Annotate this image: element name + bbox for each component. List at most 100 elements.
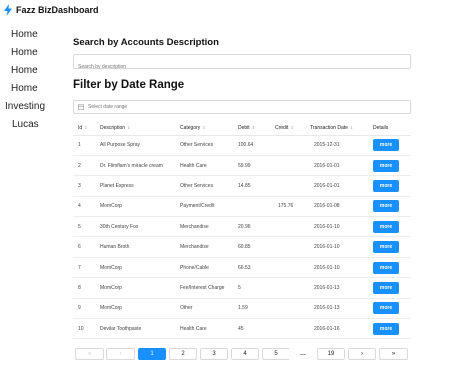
cell-debit: 60.85 xyxy=(238,236,275,258)
brand: Fazz BizDashboard xyxy=(4,3,99,17)
more-button[interactable]: more xyxy=(373,159,399,172)
cell-id: 6 xyxy=(73,236,100,258)
date-range-input[interactable] xyxy=(88,104,388,110)
more-button[interactable]: more xyxy=(373,302,399,315)
more-button[interactable]: more xyxy=(373,200,399,213)
column-header-details: Details xyxy=(373,121,411,136)
table-row: 9 MomCorp Other 1.59 2016-01-13 more xyxy=(73,298,411,320)
cell-description: 30th Century Fox xyxy=(100,216,180,238)
sidebar-item-lucas[interactable]: Lucas xyxy=(0,116,60,134)
cell-transaction-date: 2016-01-10 xyxy=(310,257,373,279)
cell-details: more xyxy=(373,277,411,299)
cell-category: Health Care xyxy=(180,318,238,340)
cell-debit: 100.64 xyxy=(238,135,275,156)
cell-details: more xyxy=(373,196,411,218)
cell-transaction-date: 2016-01-01 xyxy=(310,155,373,177)
cell-credit xyxy=(275,216,310,238)
more-button[interactable]: more xyxy=(373,241,399,254)
cell-id: 2 xyxy=(73,155,100,177)
page-button-5[interactable]: 5 xyxy=(262,348,290,360)
search-field[interactable] xyxy=(73,54,411,74)
pagination: « ‹ 1 2 3 4 5 … 19 › » xyxy=(73,348,412,361)
cell-category: Phone/Cable xyxy=(180,257,238,279)
cell-details: more xyxy=(373,135,411,156)
cell-category: Merchandise xyxy=(180,236,238,258)
more-button[interactable]: more xyxy=(373,220,399,233)
column-header-credit[interactable]: Credit ⇕ xyxy=(275,121,310,136)
cell-description: Dr. Flimflam's miracle cream xyxy=(100,155,180,177)
sort-icon[interactable]: ⇕ xyxy=(84,125,88,130)
cell-debit: 5 xyxy=(238,277,275,299)
cell-id: 7 xyxy=(73,257,100,279)
column-header-description[interactable]: Description ⇕ xyxy=(100,121,180,136)
cell-category: Fee/Interest Charge xyxy=(180,277,238,299)
cell-description: All Purpose Spray xyxy=(100,135,180,156)
cell-description: MomCorp xyxy=(100,196,180,218)
cell-credit xyxy=(275,175,310,197)
sidebar-item-home[interactable]: Home xyxy=(0,62,60,80)
more-button[interactable]: more xyxy=(373,261,399,274)
sidebar-item-home[interactable]: Home xyxy=(0,80,60,98)
transactions-table: Id ⇕ Description ⇕ Category ⇕ Debit ⇕ Credit… xyxy=(73,121,411,340)
sort-icon[interactable]: ⇕ xyxy=(252,125,256,130)
cell-credit xyxy=(275,155,310,177)
sidebar-item-investing[interactable]: Investing xyxy=(0,98,60,116)
cell-category: Other Services xyxy=(180,175,238,197)
cell-category: Other Services xyxy=(180,135,238,156)
column-header-category[interactable]: Category ⇕ xyxy=(180,121,238,136)
date-filter-title: Filter by Date Range xyxy=(73,79,185,91)
cell-credit: 175.76 xyxy=(275,196,310,218)
first-page-button[interactable]: « xyxy=(75,348,104,360)
sort-icon[interactable]: ⇕ xyxy=(290,125,294,130)
sidebar-item-home[interactable]: Home xyxy=(0,26,60,44)
cell-details: more xyxy=(373,298,411,320)
page-button-4[interactable]: 4 xyxy=(231,348,259,360)
cell-transaction-date: 2016-01-16 xyxy=(310,318,373,340)
cell-id: 4 xyxy=(73,196,100,218)
more-button[interactable]: more xyxy=(373,322,399,335)
cell-id: 8 xyxy=(73,277,100,299)
cell-debit: 59.99 xyxy=(238,155,275,177)
page-button-3[interactable]: 3 xyxy=(200,348,228,360)
table-row: 6 Human Broth Merchandise 60.85 2016-01-… xyxy=(73,236,411,258)
page-button-19[interactable]: 19 xyxy=(317,348,345,360)
cell-details: more xyxy=(373,216,411,238)
column-header-transaction-date[interactable]: Transaction Date ⇕ xyxy=(310,121,373,136)
sort-icon[interactable]: ⇕ xyxy=(202,125,206,130)
more-button[interactable]: more xyxy=(373,281,399,294)
page-button-1[interactable]: 1 xyxy=(138,348,166,360)
cell-details: more xyxy=(373,257,411,279)
cell-description: MomCorp xyxy=(100,277,180,299)
cell-credit xyxy=(275,298,310,320)
sidebar-item-home[interactable]: Home xyxy=(0,44,60,62)
cell-transaction-date: 2016-01-13 xyxy=(310,298,373,320)
cell-transaction-date: 2015-12-31 xyxy=(310,135,373,156)
cell-details: more xyxy=(373,236,411,258)
pagination-ellipsis: … xyxy=(289,348,317,360)
column-header-debit[interactable]: Debit ⇕ xyxy=(238,121,275,136)
cell-debit: 20.96 xyxy=(238,216,275,238)
cell-credit xyxy=(275,277,310,299)
next-page-button[interactable]: › xyxy=(348,348,376,360)
last-page-button[interactable]: » xyxy=(379,348,408,360)
cell-category: Merchandise xyxy=(180,216,238,238)
column-header-id[interactable]: Id ⇕ xyxy=(73,121,100,136)
cell-debit: 45 xyxy=(238,318,275,340)
sidebar: Home Home Home Home Investing Lucas xyxy=(0,26,60,134)
page-button-2[interactable]: 2 xyxy=(169,348,197,360)
cell-transaction-date: 2016-01-08 xyxy=(310,196,373,218)
prev-page-button[interactable]: ‹ xyxy=(106,348,135,360)
sort-icon[interactable]: ⇕ xyxy=(127,125,131,130)
search-input[interactable] xyxy=(74,60,410,74)
table-row: 4 MomCorp Payment/Credit 175.76 2016-01-… xyxy=(73,196,411,218)
sort-icon[interactable]: ⇕ xyxy=(350,125,354,130)
cell-id: 5 xyxy=(73,216,100,238)
more-button[interactable]: more xyxy=(373,139,399,152)
date-range-field[interactable] xyxy=(73,100,411,114)
cell-id: 9 xyxy=(73,298,100,320)
cell-details: more xyxy=(373,318,411,340)
more-button[interactable]: more xyxy=(373,179,399,192)
table-row: 3 Planet Express Other Services 14.85 20… xyxy=(73,175,411,197)
calendar-icon xyxy=(78,104,84,110)
cell-description: Human Broth xyxy=(100,236,180,258)
